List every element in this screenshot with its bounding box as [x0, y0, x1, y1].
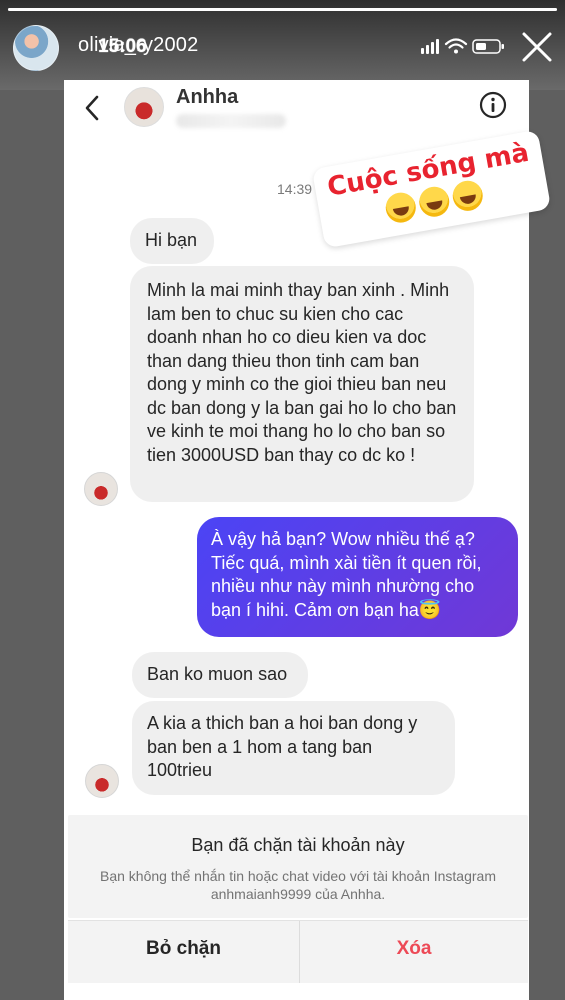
message-bubble-outgoing[interactable]: À vậy hả bạn? Wow nhiều thế ạ? Tiếc quá,… — [197, 517, 518, 637]
blocked-description: Bạn không thể nhắn tin hoặc chat video v… — [100, 868, 496, 902]
message-bubble-incoming[interactable]: Hi bạn — [130, 218, 214, 264]
story-progress-bar — [8, 8, 557, 11]
close-icon[interactable] — [518, 28, 556, 66]
message-bubble-incoming[interactable]: Ban ko muon sao — [132, 652, 308, 698]
contact-avatar[interactable] — [124, 87, 164, 127]
info-icon[interactable] — [478, 90, 508, 120]
sender-avatar[interactable] — [84, 472, 118, 506]
unblock-button[interactable]: Bỏ chặn — [68, 921, 300, 983]
blocked-actions: Bỏ chặn Xóa — [68, 920, 528, 983]
wifi-icon — [444, 38, 468, 49]
blocked-title: Bạn đã chặn tài khoản này — [191, 835, 405, 855]
status-icons — [421, 38, 504, 54]
message-timestamp: 14:39 — [277, 181, 313, 197]
message-bubble-incoming[interactable]: Minh la mai minh thay ban xinh . Minh la… — [130, 266, 474, 502]
sender-avatar[interactable] — [85, 764, 119, 798]
chat-header: Anhha — [64, 80, 529, 138]
blocked-notice: Bạn đã chặn tài khoản này Bạn không thể … — [68, 815, 528, 918]
status-time: 15:06 — [98, 36, 147, 57]
message-bubble-incoming[interactable]: A kia a thich ban a hoi ban dong y ban b… — [132, 701, 455, 795]
battery-icon — [472, 39, 504, 54]
contact-username-blurred — [176, 114, 286, 128]
story-avatar[interactable] — [13, 25, 59, 71]
delete-button[interactable]: Xóa — [300, 921, 528, 983]
back-arrow-icon[interactable] — [82, 94, 104, 122]
signal-icon — [421, 39, 439, 54]
contact-name[interactable]: Anhha — [176, 86, 238, 109]
